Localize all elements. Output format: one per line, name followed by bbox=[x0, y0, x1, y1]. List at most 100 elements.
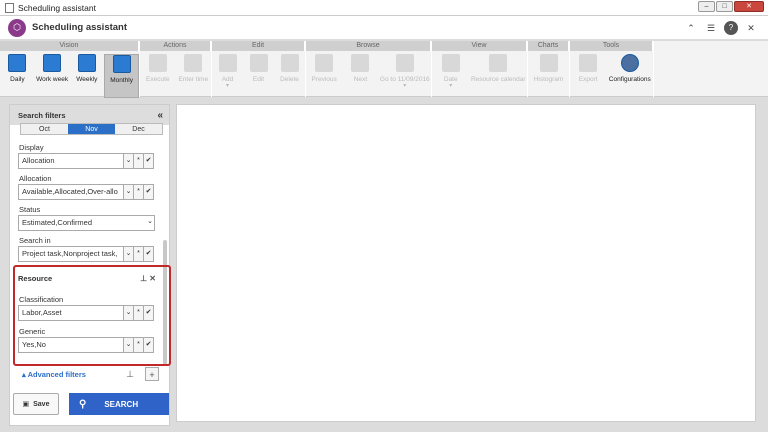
search-icon: ⚲ bbox=[79, 398, 87, 410]
chevron-down-icon[interactable]: ⌄ bbox=[124, 246, 134, 262]
group-label: Edit bbox=[212, 41, 305, 51]
check-all-icon[interactable]: ✔ bbox=[144, 305, 154, 321]
delete-button[interactable]: Delete bbox=[274, 54, 305, 89]
close-button[interactable]: ✕ bbox=[734, 1, 764, 12]
chevron-down-icon[interactable]: ⌄ bbox=[124, 153, 134, 169]
group-actions: Actions Execute Enter time bbox=[140, 41, 212, 97]
go-to-date-button[interactable]: Go to 11/09/2016 ▾ bbox=[379, 54, 431, 89]
weekly-button[interactable]: Weekly bbox=[69, 54, 104, 98]
collapse-up-icon[interactable]: ⌃ bbox=[684, 21, 698, 35]
clear-filter-icon[interactable]: ⊥ bbox=[140, 274, 147, 283]
maximize-button[interactable]: □ bbox=[716, 1, 733, 12]
arrow-left-icon bbox=[315, 54, 334, 72]
search-in-select[interactable]: Project task,Nonproject task, bbox=[18, 246, 124, 262]
ribbon-toolbar: Vision Daily Work week Weekly Monthly Ac… bbox=[0, 41, 768, 98]
schedule-view-area[interactable] bbox=[176, 104, 756, 422]
classification-field: Labor,Asset ⌄ * ✔ bbox=[18, 305, 155, 321]
group-charts: Charts Histogram bbox=[528, 41, 570, 97]
generic-label: Generic bbox=[19, 327, 46, 336]
allocation-field: Available,Allocated,Over-allo ⌄ * ✔ bbox=[18, 184, 155, 200]
group-label: View bbox=[432, 41, 527, 51]
minimize-button[interactable]: – bbox=[698, 1, 715, 12]
check-all-icon[interactable]: ✔ bbox=[144, 337, 154, 353]
group-label: Browse bbox=[306, 41, 431, 51]
month-oct[interactable]: Oct bbox=[21, 124, 68, 134]
group-label: Charts bbox=[528, 41, 569, 51]
display-label: Display bbox=[19, 143, 44, 152]
status-select[interactable]: Estimated,Confirmed bbox=[18, 215, 155, 231]
calendar-icon bbox=[8, 54, 27, 72]
search-in-label: Search in bbox=[19, 236, 51, 245]
app-header: ⬡ Scheduling assistant ⌃ ☰ ? ✕ bbox=[0, 16, 768, 40]
daily-button[interactable]: Daily bbox=[0, 54, 35, 98]
dropdown-arrow-icon: ▾ bbox=[403, 83, 407, 89]
next-button[interactable]: Next bbox=[342, 54, 378, 89]
monthly-button[interactable]: Monthly bbox=[104, 54, 139, 98]
group-label: Actions bbox=[140, 41, 211, 51]
check-all-icon[interactable]: ✔ bbox=[144, 246, 154, 262]
play-icon bbox=[148, 54, 167, 72]
status-field: Estimated,Confirmed ⌄ bbox=[18, 215, 155, 231]
work-week-button[interactable]: Work week bbox=[35, 54, 70, 98]
display-field: Allocation ⌄ * ✔ bbox=[18, 153, 155, 169]
asterisk-icon[interactable]: * bbox=[134, 246, 144, 262]
check-all-icon[interactable]: ✔ bbox=[144, 153, 154, 169]
close-icon[interactable]: ✕ bbox=[744, 21, 758, 35]
status-label: Status bbox=[19, 205, 41, 214]
month-nov[interactable]: Nov bbox=[68, 124, 115, 134]
list-icon[interactable]: ☰ bbox=[704, 21, 718, 35]
configurations-button[interactable]: Configurations bbox=[607, 54, 653, 83]
pencil-icon bbox=[249, 54, 268, 72]
calendar-icon bbox=[77, 54, 96, 72]
arrow-right-icon bbox=[351, 54, 370, 72]
group-vision: Vision Daily Work week Weekly Monthly bbox=[0, 41, 140, 98]
asterisk-icon[interactable]: * bbox=[134, 337, 144, 353]
generic-field: Yes,No ⌄ * ✔ bbox=[18, 337, 155, 353]
group-label: Vision bbox=[0, 41, 139, 51]
group-edit: Edit Add ▾ Edit Delete bbox=[212, 41, 306, 97]
add-button[interactable]: Add ▾ bbox=[212, 54, 243, 89]
add-filter-icon[interactable]: + bbox=[145, 367, 159, 381]
clock-icon bbox=[184, 54, 203, 72]
export-icon bbox=[579, 54, 598, 72]
trash-icon bbox=[280, 54, 299, 72]
help-icon[interactable]: ? bbox=[724, 21, 738, 35]
asterisk-icon[interactable]: * bbox=[134, 305, 144, 321]
allocation-select[interactable]: Available,Allocated,Over-allo bbox=[18, 184, 124, 200]
month-dec[interactable]: Dec bbox=[115, 124, 162, 134]
dropdown-arrow-icon: ▾ bbox=[449, 83, 453, 89]
app-title: Scheduling assistant bbox=[32, 22, 128, 33]
histogram-button[interactable]: Histogram bbox=[531, 54, 567, 83]
check-all-icon[interactable]: ✔ bbox=[144, 184, 154, 200]
enter-time-button[interactable]: Enter time bbox=[176, 54, 212, 83]
calendar-icon bbox=[112, 55, 131, 73]
display-select[interactable]: Allocation bbox=[18, 153, 124, 169]
asterisk-icon[interactable]: * bbox=[134, 184, 144, 200]
date-button[interactable]: Date ▾ bbox=[433, 54, 469, 89]
execute-button[interactable]: Execute bbox=[140, 54, 176, 83]
window-titlebar: Scheduling assistant – □ ✕ bbox=[0, 0, 768, 16]
previous-button[interactable]: Previous bbox=[306, 54, 342, 89]
save-button[interactable]: ▣ Save bbox=[13, 393, 59, 415]
clear-filter-icon[interactable]: ⊥ bbox=[123, 367, 137, 381]
generic-select[interactable]: Yes,No bbox=[18, 337, 124, 353]
remove-section-icon[interactable]: ✕ bbox=[149, 274, 156, 283]
asterisk-icon[interactable]: * bbox=[134, 153, 144, 169]
chevron-down-icon[interactable]: ⌄ bbox=[145, 215, 155, 231]
resource-calendar-button[interactable]: Resource calendar bbox=[470, 54, 526, 89]
group-tools: Tools Export Configurations bbox=[570, 41, 654, 97]
collapse-panel-icon[interactable]: « bbox=[157, 110, 163, 121]
edit-button[interactable]: Edit bbox=[243, 54, 274, 89]
document-icon bbox=[5, 2, 14, 13]
chevron-down-icon[interactable]: ⌄ bbox=[124, 184, 134, 200]
calendar-icon bbox=[441, 54, 460, 72]
month-selector: Oct Nov Dec bbox=[20, 123, 163, 135]
export-button[interactable]: Export bbox=[570, 54, 606, 83]
classification-select[interactable]: Labor,Asset bbox=[18, 305, 124, 321]
advanced-filters-link[interactable]: ▴ Advanced filters bbox=[22, 370, 86, 379]
calendar-icon bbox=[395, 54, 414, 72]
chevron-down-icon[interactable]: ⌄ bbox=[124, 337, 134, 353]
chevron-down-icon[interactable]: ⌄ bbox=[124, 305, 134, 321]
search-filters-panel: Search filters « Oct Nov Dec Display All… bbox=[9, 104, 171, 426]
search-button[interactable]: ⚲ SEARCH bbox=[69, 393, 169, 415]
